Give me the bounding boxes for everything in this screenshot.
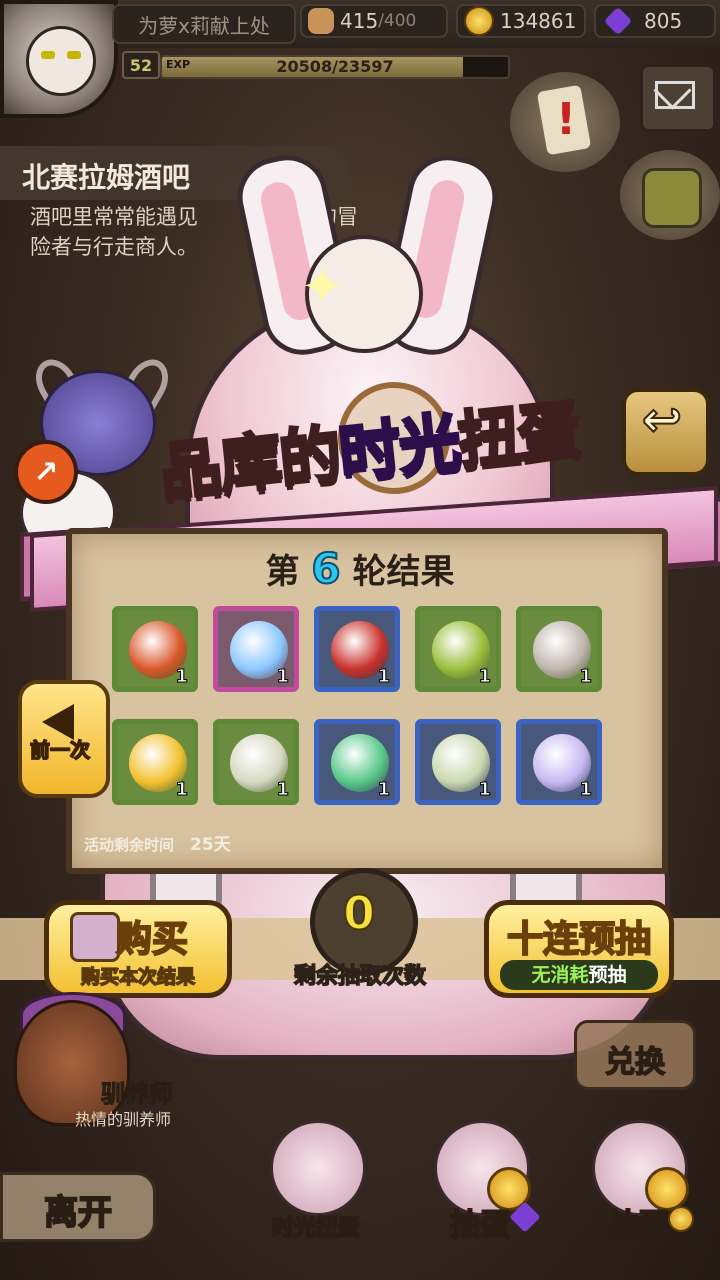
avatar-face-icon	[26, 26, 96, 96]
time-gacha-icon	[270, 1120, 366, 1216]
bread-icon	[308, 8, 334, 34]
exchange-label: 兑换	[604, 1044, 666, 1081]
npc-name: 驯养师	[101, 1080, 174, 1109]
result-item-slot[interactable]: 1	[213, 719, 299, 805]
return-arrow-icon: ↩	[641, 391, 683, 449]
item-quantity: 1	[478, 666, 491, 688]
location-desc-line1: 酒吧里常常能遇见	[30, 205, 198, 229]
stamina-value: 415	[340, 9, 379, 33]
backpack-icon[interactable]	[620, 150, 720, 240]
gold-coin-icon	[668, 1206, 694, 1232]
exchange-button[interactable]: 兑换	[574, 1020, 696, 1090]
gold-coin-icon	[464, 6, 494, 36]
buy-button-subtitle: 购买本次结果	[80, 965, 196, 989]
stamina-max: /400	[378, 11, 417, 31]
round-result-heading: 第 6 轮结果	[160, 543, 560, 594]
item-quantity: 1	[579, 666, 592, 688]
result-item-slot[interactable]: 1	[516, 606, 602, 692]
gem-display[interactable]: 805	[594, 4, 716, 38]
round-suffix: 轮结果	[352, 552, 455, 592]
result-item-slot[interactable]: 1	[516, 719, 602, 805]
exp-text: 20508/23597	[276, 57, 394, 76]
capsule-ticket-icon	[70, 912, 120, 962]
level-badge: 52	[122, 51, 160, 79]
result-item-slot[interactable]: 1	[112, 719, 198, 805]
result-item-slot[interactable]: 1	[314, 719, 400, 805]
remaining-draw-count: 0	[342, 885, 376, 941]
item-quantity: 1	[377, 666, 390, 688]
nav-draw-gem[interactable]: 抽蛋	[410, 1100, 550, 1244]
timer-value: 25天	[190, 835, 231, 855]
leave-button[interactable]: 离开	[0, 1172, 156, 1242]
event-title-part2: 扭蛋	[453, 391, 583, 479]
nav-draw-gold[interactable]: 抽蛋	[568, 1100, 708, 1244]
nav-time-gacha-label: 时光扭蛋	[271, 1215, 361, 1242]
result-item-slot[interactable]: 1	[213, 606, 299, 692]
ten-draw-subtitle: 无消耗预抽	[500, 960, 658, 990]
item-quantity: 1	[478, 779, 491, 801]
result-item-slot[interactable]: 1	[415, 606, 501, 692]
item-quantity: 1	[276, 666, 289, 688]
mail-button[interactable]	[640, 64, 716, 132]
gem-value: 805	[644, 9, 683, 33]
item-quantity: 1	[276, 779, 289, 801]
ten-draw-free-tag: 无消耗	[531, 964, 589, 986]
round-number: 6	[310, 543, 341, 594]
result-item-slot[interactable]: 1	[314, 606, 400, 692]
result-item-slot[interactable]: 1	[112, 606, 198, 692]
previous-result-label: 前一次	[29, 737, 91, 763]
gem-icon	[603, 6, 633, 36]
location-title: 北赛拉姆酒吧	[22, 161, 191, 194]
item-quantity: 1	[579, 779, 592, 801]
buy-button-title: 购买	[115, 918, 189, 961]
remaining-draw-label: 剩余抽取次数	[293, 963, 427, 990]
event-title-part1: 品库的	[155, 416, 345, 510]
ten-draw-title: 十连预抽	[506, 918, 652, 961]
item-quantity: 1	[175, 666, 188, 688]
player-avatar[interactable]	[0, 0, 118, 118]
location-desc-line2: 险者与行走商人。	[30, 235, 198, 259]
gold-display[interactable]: 134861	[456, 4, 586, 38]
result-item-slot[interactable]: 1	[415, 719, 501, 805]
nav-time-gacha[interactable]: 时光扭蛋	[246, 1100, 386, 1242]
timer-label: 活动剩余时间	[84, 836, 175, 854]
ten-draw-sub-rest: 预抽	[588, 964, 627, 986]
event-timer: 活动剩余时间 25天	[84, 830, 484, 855]
event-title-highlight: 时光	[334, 403, 464, 491]
quest-scroll-icon[interactable]	[510, 72, 620, 172]
gold-value: 134861	[500, 9, 577, 33]
round-prefix: 第	[265, 552, 300, 592]
sparkle-icon: ✦	[300, 255, 346, 318]
item-quantity: 1	[377, 779, 390, 801]
exp-bar: EXP 20508/23597	[160, 55, 510, 79]
item-quantity: 1	[175, 779, 188, 801]
stamina-display[interactable]: 415/400	[300, 4, 448, 38]
leave-label: 离开	[43, 1192, 113, 1234]
player-name: 为萝x莉献上处	[112, 4, 296, 44]
npc-description: 热情的驯养师	[74, 1110, 171, 1129]
